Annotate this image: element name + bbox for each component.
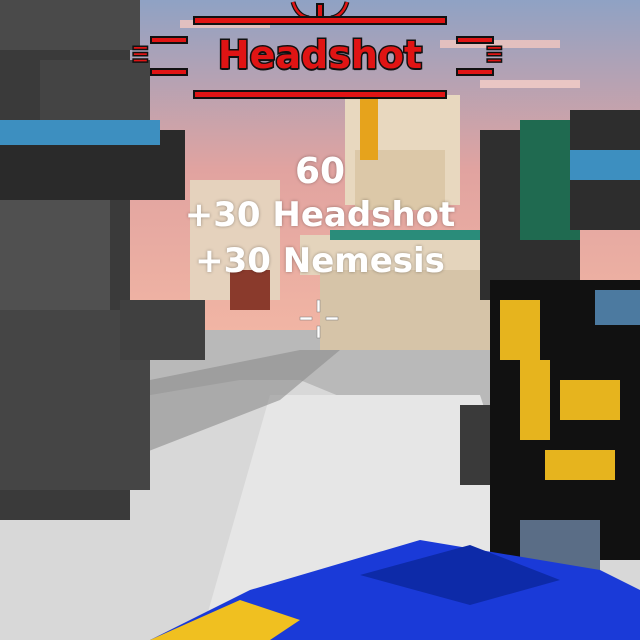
score-feed: 60 +30 Headshot +30 Nemesis <box>130 152 510 284</box>
banner-left-chevron-icon: ≡ <box>131 37 149 70</box>
banner-left-stripe-bottom <box>150 68 188 76</box>
banner-bottom-bar <box>193 90 447 99</box>
crosshair-icon <box>299 299 339 339</box>
headshot-banner: ≡ ≡ Headshot <box>0 0 640 110</box>
banner-left-stripe-top <box>150 36 188 44</box>
banner-top-bar <box>193 16 447 25</box>
score-line-headshot: +30 Headshot <box>184 195 456 235</box>
banner-plate: Headshot <box>197 30 443 80</box>
banner-title: Headshot <box>216 33 423 77</box>
score-total: 60 <box>294 151 346 192</box>
score-line-nemesis: +30 Nemesis <box>195 241 445 281</box>
banner-right-chevron-icon: ≡ <box>485 37 503 70</box>
